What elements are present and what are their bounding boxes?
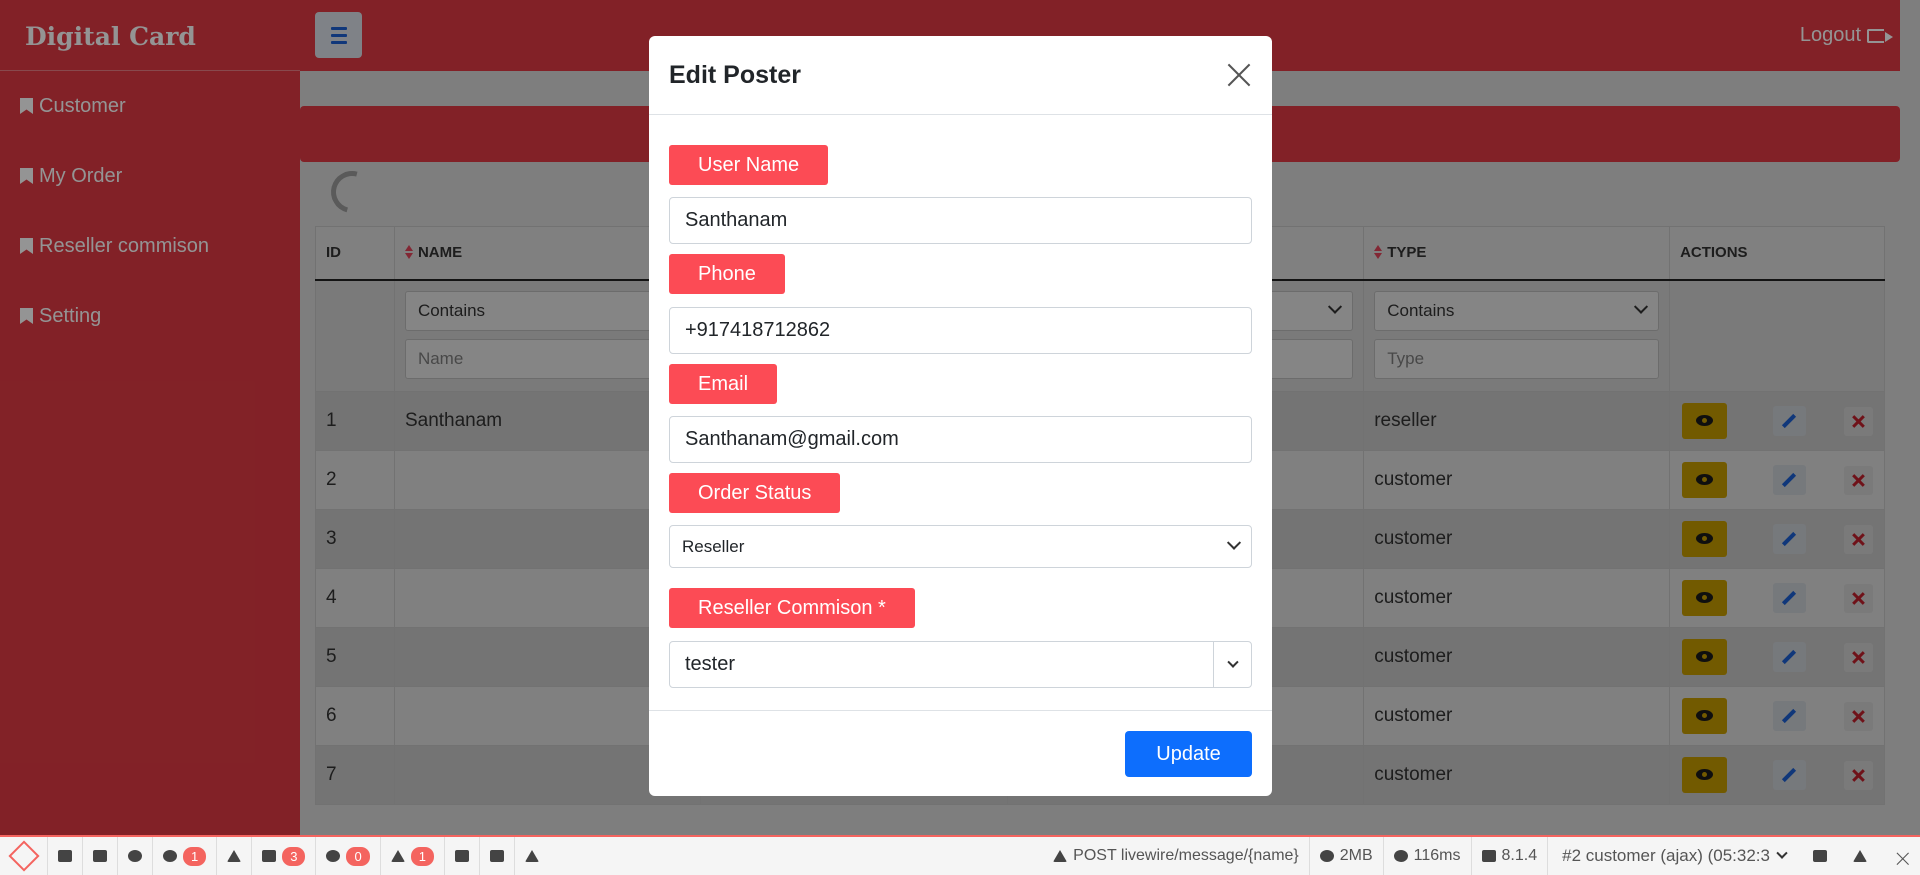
debugbar-views-tab[interactable]: 1 (153, 837, 218, 875)
debugbar-request-tab[interactable] (445, 837, 480, 875)
debug-bar: 1 3 0 1 POST livewire/message/{name} 2MB… (0, 835, 1920, 875)
bolt-icon (390, 850, 405, 862)
time-info: 116ms (1384, 837, 1472, 875)
open-folder-icon[interactable] (1800, 837, 1840, 875)
memory-info: 2MB (1310, 837, 1384, 875)
debugbar-messages-tab[interactable] (48, 837, 83, 875)
maximize-icon[interactable] (1840, 837, 1880, 875)
phone-field[interactable]: +917418712862 (669, 307, 1252, 354)
leaf-icon (163, 850, 177, 862)
debugbar-session-tab[interactable] (480, 837, 515, 875)
modal-body: User Name Santhanam Phone +917418712862 … (649, 115, 1272, 711)
debugbar-exceptions-tab[interactable] (118, 837, 153, 875)
modal-header: Edit Poster (649, 36, 1272, 115)
dataset-select[interactable]: #2 customer (ajax) (05:32:3 (1548, 846, 1800, 866)
debugbar-timeline-tab[interactable] (83, 837, 118, 875)
edit-poster-modal: Edit Poster User Name Santhanam Phone +9… (649, 36, 1272, 796)
share-icon (1053, 850, 1068, 862)
cogs-icon (1319, 850, 1334, 862)
database-icon (262, 850, 277, 862)
cubes-icon (326, 850, 341, 862)
order-status-select[interactable]: Reseller (669, 525, 1252, 568)
reseller-commison-select[interactable]: tester (669, 641, 1252, 688)
debugbar-tags-tab[interactable] (515, 837, 549, 875)
debugbar-models-tab[interactable]: 0 (316, 837, 381, 875)
request-info: POST livewire/message/{name} (1043, 837, 1310, 875)
queries-count-badge: 3 (282, 846, 306, 866)
phone-label: Phone (669, 254, 785, 294)
chevron-down-icon (1226, 656, 1239, 668)
views-count-badge: 1 (183, 846, 207, 866)
user-name-label: User Name (669, 145, 829, 185)
archive-icon (489, 850, 504, 862)
chevron-down-icon (1776, 847, 1788, 859)
code-icon (1481, 850, 1496, 862)
dropdown-toggle[interactable] (1213, 642, 1251, 687)
messages-icon (58, 850, 72, 862)
debugbar-livewire-tab[interactable]: 1 (381, 837, 445, 875)
clock-icon (1393, 850, 1408, 862)
update-button[interactable]: Update (1125, 731, 1252, 777)
debugbar-route-tab[interactable] (217, 837, 253, 875)
share-icon (227, 850, 242, 862)
order-status-label: Order Status (669, 473, 841, 513)
order-status-value: Reseller (682, 536, 745, 556)
livewire-count-badge: 1 (410, 846, 434, 866)
bug-icon (128, 850, 142, 862)
close-icon[interactable] (1226, 62, 1252, 88)
php-version-info: 8.1.4 (1472, 837, 1549, 875)
chevron-down-icon (1226, 535, 1242, 550)
reseller-commison-label: Reseller Commison * (669, 588, 915, 628)
email-field[interactable]: Santhanam@gmail.com (669, 416, 1252, 463)
request-icon (454, 850, 469, 862)
close-debugbar-icon[interactable] (1880, 837, 1920, 875)
email-label: Email (669, 364, 778, 404)
tags-icon (524, 850, 539, 862)
debugbar-queries-tab[interactable]: 3 (252, 837, 317, 875)
models-count-badge: 0 (346, 846, 370, 866)
user-name-field[interactable]: Santhanam (669, 197, 1252, 244)
reseller-commison-value: tester (685, 653, 736, 675)
modal-title: Edit Poster (669, 60, 801, 89)
debugbar-right: POST livewire/message/{name} 2MB 116ms 8… (1043, 837, 1920, 875)
modal-footer: Update (649, 711, 1272, 795)
timeline-icon (93, 850, 107, 862)
laravel-logo-icon[interactable] (0, 837, 48, 875)
